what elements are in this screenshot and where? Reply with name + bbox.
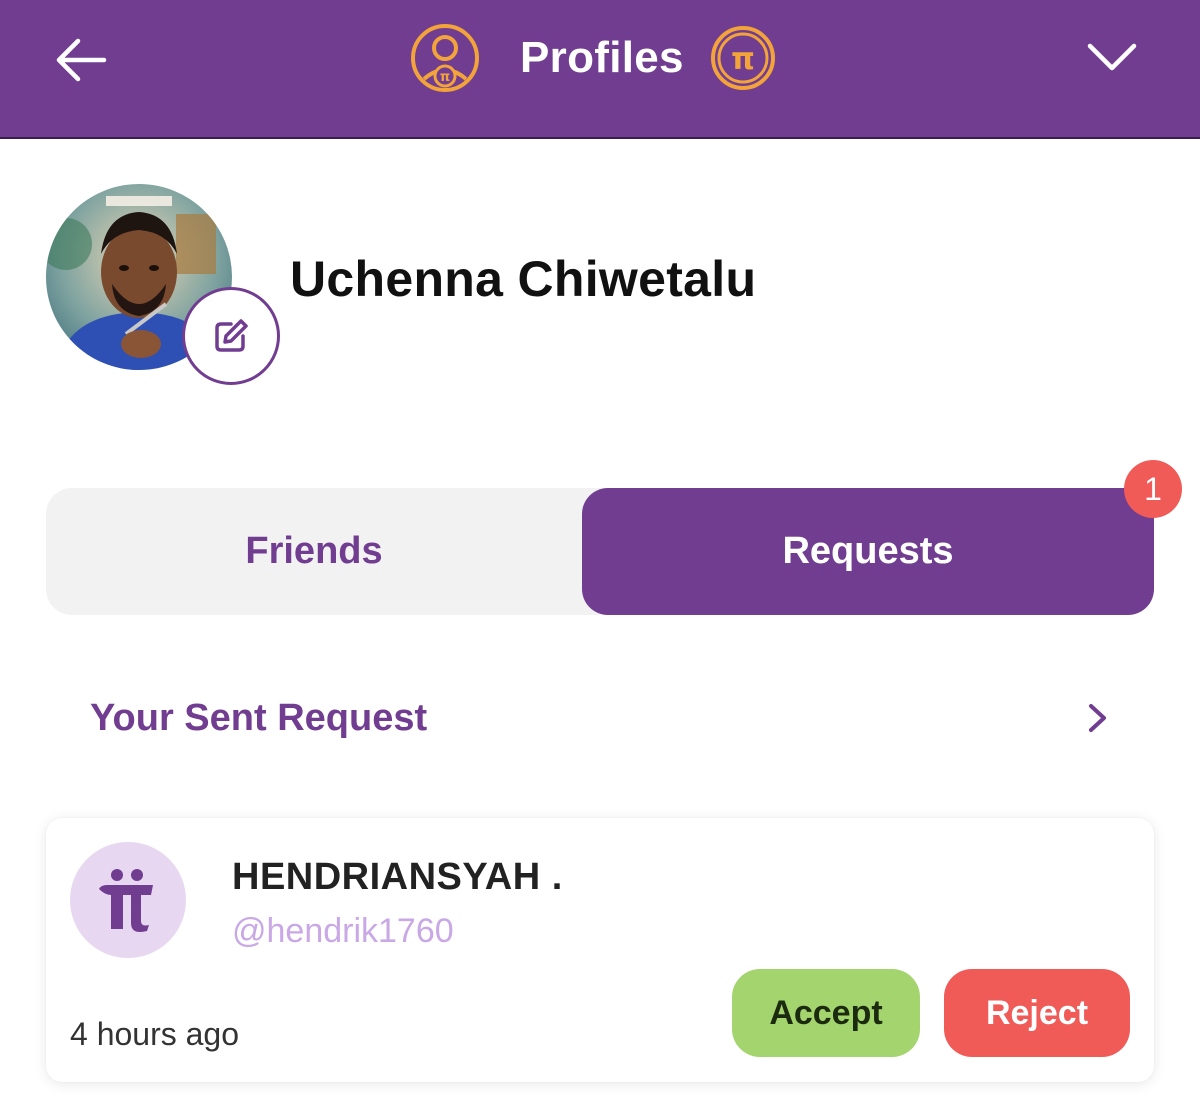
top-app-bar: π Profiles π <box>0 0 1200 139</box>
user-name: Uchenna Chiwetalu <box>290 251 757 307</box>
sent-request-label: Your Sent Request <box>90 697 428 739</box>
edit-pencil-icon <box>215 319 248 352</box>
svg-text:π: π <box>440 70 450 85</box>
accept-button[interactable]: Accept <box>732 969 920 1057</box>
edit-avatar-button[interactable] <box>182 287 280 385</box>
back-button[interactable] <box>52 33 110 87</box>
chevron-right-icon <box>1089 704 1106 732</box>
page-title: Profiles <box>520 33 684 82</box>
friend-request-card: HENDRIANSYAH . @hendrik1760 4 hours ago … <box>46 818 1154 1082</box>
requester-handle: @hendrik1760 <box>232 912 454 950</box>
header-title-group: π Profiles π <box>410 22 776 94</box>
sent-request-link[interactable]: Your Sent Request <box>90 688 1110 748</box>
reject-button[interactable]: Reject <box>944 969 1130 1057</box>
pi-logo-icon <box>99 869 153 932</box>
svg-text:π: π <box>731 42 755 77</box>
tab-bar: Friends Requests <box>46 488 1154 615</box>
requester-avatar <box>70 842 186 958</box>
pi-coin-icon: π <box>710 26 775 90</box>
dropdown-button[interactable] <box>1086 38 1138 78</box>
tab-requests[interactable]: Requests <box>582 488 1154 615</box>
request-timestamp: 4 hours ago <box>70 1016 240 1052</box>
tab-friends[interactable]: Friends <box>46 488 582 615</box>
chevron-down-icon <box>1087 43 1137 71</box>
user-pi-badge-icon: π <box>411 24 479 92</box>
requests-count-badge: 1 <box>1124 460 1182 518</box>
arrow-left-icon <box>56 38 107 82</box>
requester-name: HENDRIANSYAH . <box>232 856 563 898</box>
